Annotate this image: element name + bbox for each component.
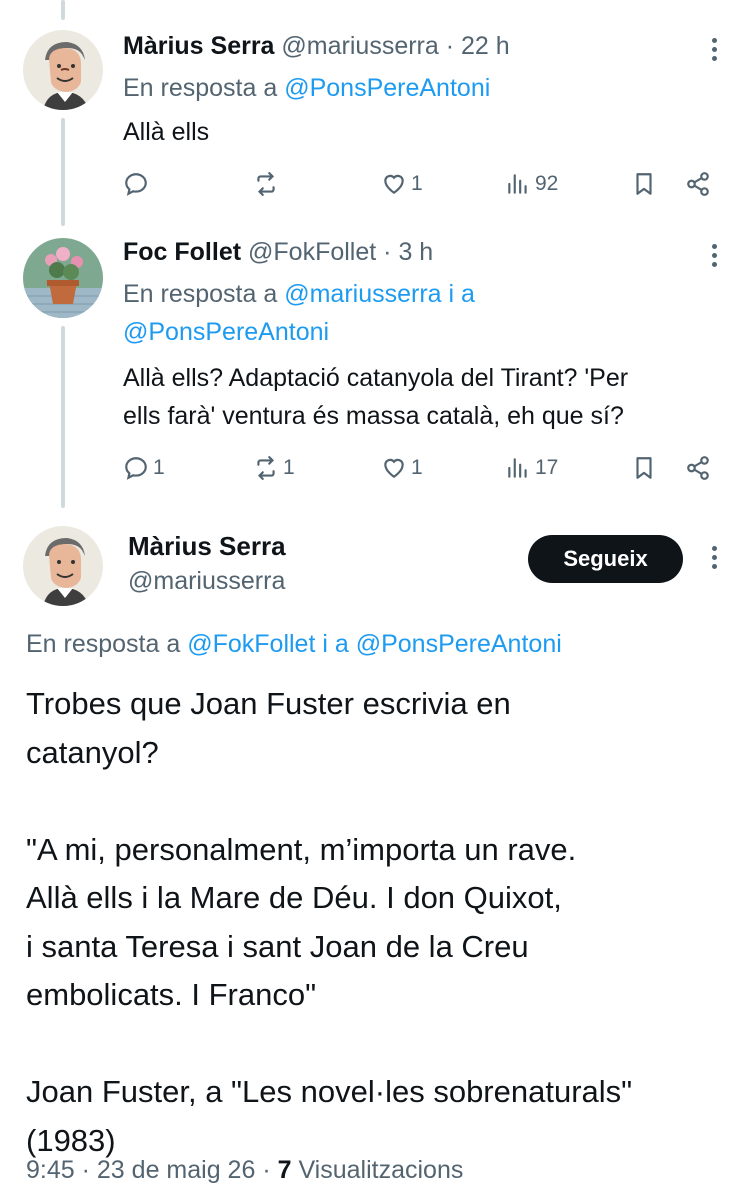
retweet-icon <box>257 456 275 480</box>
reply-context: En resposta a @PonsPereAntoni <box>123 69 490 107</box>
reply-prefix: En resposta a <box>123 74 278 102</box>
separator-dot: · <box>262 1156 271 1184</box>
bookmark-icon <box>636 173 652 195</box>
share-button[interactable] <box>685 448 711 488</box>
like-count: 1 <box>411 456 423 479</box>
bookmark-button[interactable] <box>631 164 657 204</box>
reply-context: En resposta a @FokFollet i a @PonsPereAn… <box>26 626 562 662</box>
retweet-button[interactable] <box>253 164 283 204</box>
reply-conjunction[interactable]: i a <box>322 630 348 658</box>
tweet-date[interactable]: 23 de maig 26 <box>97 1156 255 1184</box>
author-name[interactable]: Màrius Serra <box>128 531 286 562</box>
tweet-time[interactable]: 22 h <box>461 32 510 60</box>
views-icon <box>508 174 527 194</box>
like-icon <box>384 458 404 478</box>
like-button[interactable]: 1 <box>381 164 423 204</box>
mention-link[interactable]: @PonsPereAntoni <box>284 74 490 102</box>
avatar-marius-main[interactable] <box>23 526 103 606</box>
follow-button[interactable]: Segueix <box>528 535 683 583</box>
reply-button[interactable] <box>123 164 153 204</box>
reply-prefix: En resposta a <box>26 630 181 658</box>
share-button[interactable] <box>685 164 711 204</box>
reply-conjunction[interactable]: i a <box>449 280 475 308</box>
reply-button[interactable]: 1 <box>123 448 165 488</box>
reply-count: 1 <box>153 456 165 479</box>
like-icon <box>384 174 404 194</box>
author-handle[interactable]: @mariusserra <box>128 567 285 596</box>
reply-icon <box>125 457 147 480</box>
tweet-time[interactable]: 3 h <box>398 238 433 266</box>
views-button[interactable]: 17 <box>505 448 558 488</box>
more-icon[interactable] <box>709 38 719 61</box>
author-name[interactable]: Foc Follet <box>123 238 241 266</box>
avatar-marius[interactable] <box>23 30 103 110</box>
author-handle[interactable]: @FokFollet <box>248 238 376 266</box>
views-icon <box>508 458 527 478</box>
separator-dot: · <box>383 238 392 266</box>
tweet-header: Foc Follet @FokFollet · 3 h <box>123 238 433 267</box>
tweet-text-line: Allà ells? Adaptació catanyola del Tiran… <box>123 364 629 392</box>
retweet-button[interactable]: 1 <box>253 448 295 488</box>
tweet-text: Allà ells? Adaptació catanyola del Tiran… <box>123 359 733 435</box>
reply-icon <box>125 173 147 196</box>
retweet-count: 1 <box>283 456 295 479</box>
like-count: 1 <box>411 172 423 195</box>
tweet-paragraph: Trobes que Joan Fuster escrivia en catan… <box>26 686 511 770</box>
mention-link[interactable]: @PonsPereAntoni <box>356 630 562 658</box>
views-label: Visualitzacions <box>298 1156 464 1184</box>
separator-dot: · <box>81 1156 90 1184</box>
thread-line-top <box>61 0 65 20</box>
share-icon <box>687 456 709 480</box>
bookmark-icon <box>636 457 652 479</box>
views-count: 92 <box>535 172 559 195</box>
bookmark-button[interactable] <box>631 448 657 488</box>
mention-link[interactable]: @mariusserra <box>284 280 441 308</box>
thread-line-1 <box>61 118 65 226</box>
author-name[interactable]: Màrius Serra <box>123 32 274 60</box>
tweet-paragraph: Joan Fuster, a "Les novel·les sobrenatur… <box>26 1074 633 1158</box>
tweet-text-line: ells farà' ventura és massa català, eh q… <box>123 402 624 430</box>
reply-context: En resposta a @mariusserra i a @PonsPere… <box>123 275 643 351</box>
more-icon[interactable] <box>709 546 719 569</box>
reply-prefix: En resposta a <box>123 280 278 308</box>
tweet-text: Allà ells <box>123 118 210 146</box>
share-icon <box>687 172 709 196</box>
action-bar: 1 92 <box>123 164 723 204</box>
separator-dot: · <box>445 32 455 60</box>
retweet-icon <box>257 172 275 196</box>
mention-link[interactable]: @PonsPereAntoni <box>123 318 329 346</box>
tweet-header: Màrius Serra @mariusserra · 22 h <box>123 32 510 61</box>
tweet-text: Trobes que Joan Fuster escrivia en catan… <box>26 680 726 1165</box>
thread-line-2 <box>61 326 65 508</box>
action-bar: 1 1 1 17 <box>123 448 723 488</box>
like-button[interactable]: 1 <box>381 448 423 488</box>
more-icon[interactable] <box>709 244 719 267</box>
tweet-footer: 9:45 · 23 de maig 26 · 7 Visualitzacions <box>26 1156 463 1185</box>
tweet-time[interactable]: 9:45 <box>26 1156 75 1184</box>
views-count: 17 <box>535 456 559 479</box>
author-handle[interactable]: @mariusserra <box>281 32 438 60</box>
avatar-focfollet[interactable] <box>23 238 103 318</box>
tweet-paragraph: "A mi, personalment, m’importa un rave. … <box>26 831 577 1013</box>
views-count: 7 <box>277 1156 292 1184</box>
views-button[interactable]: 92 <box>505 164 558 204</box>
mention-link[interactable]: @FokFollet <box>187 630 315 658</box>
